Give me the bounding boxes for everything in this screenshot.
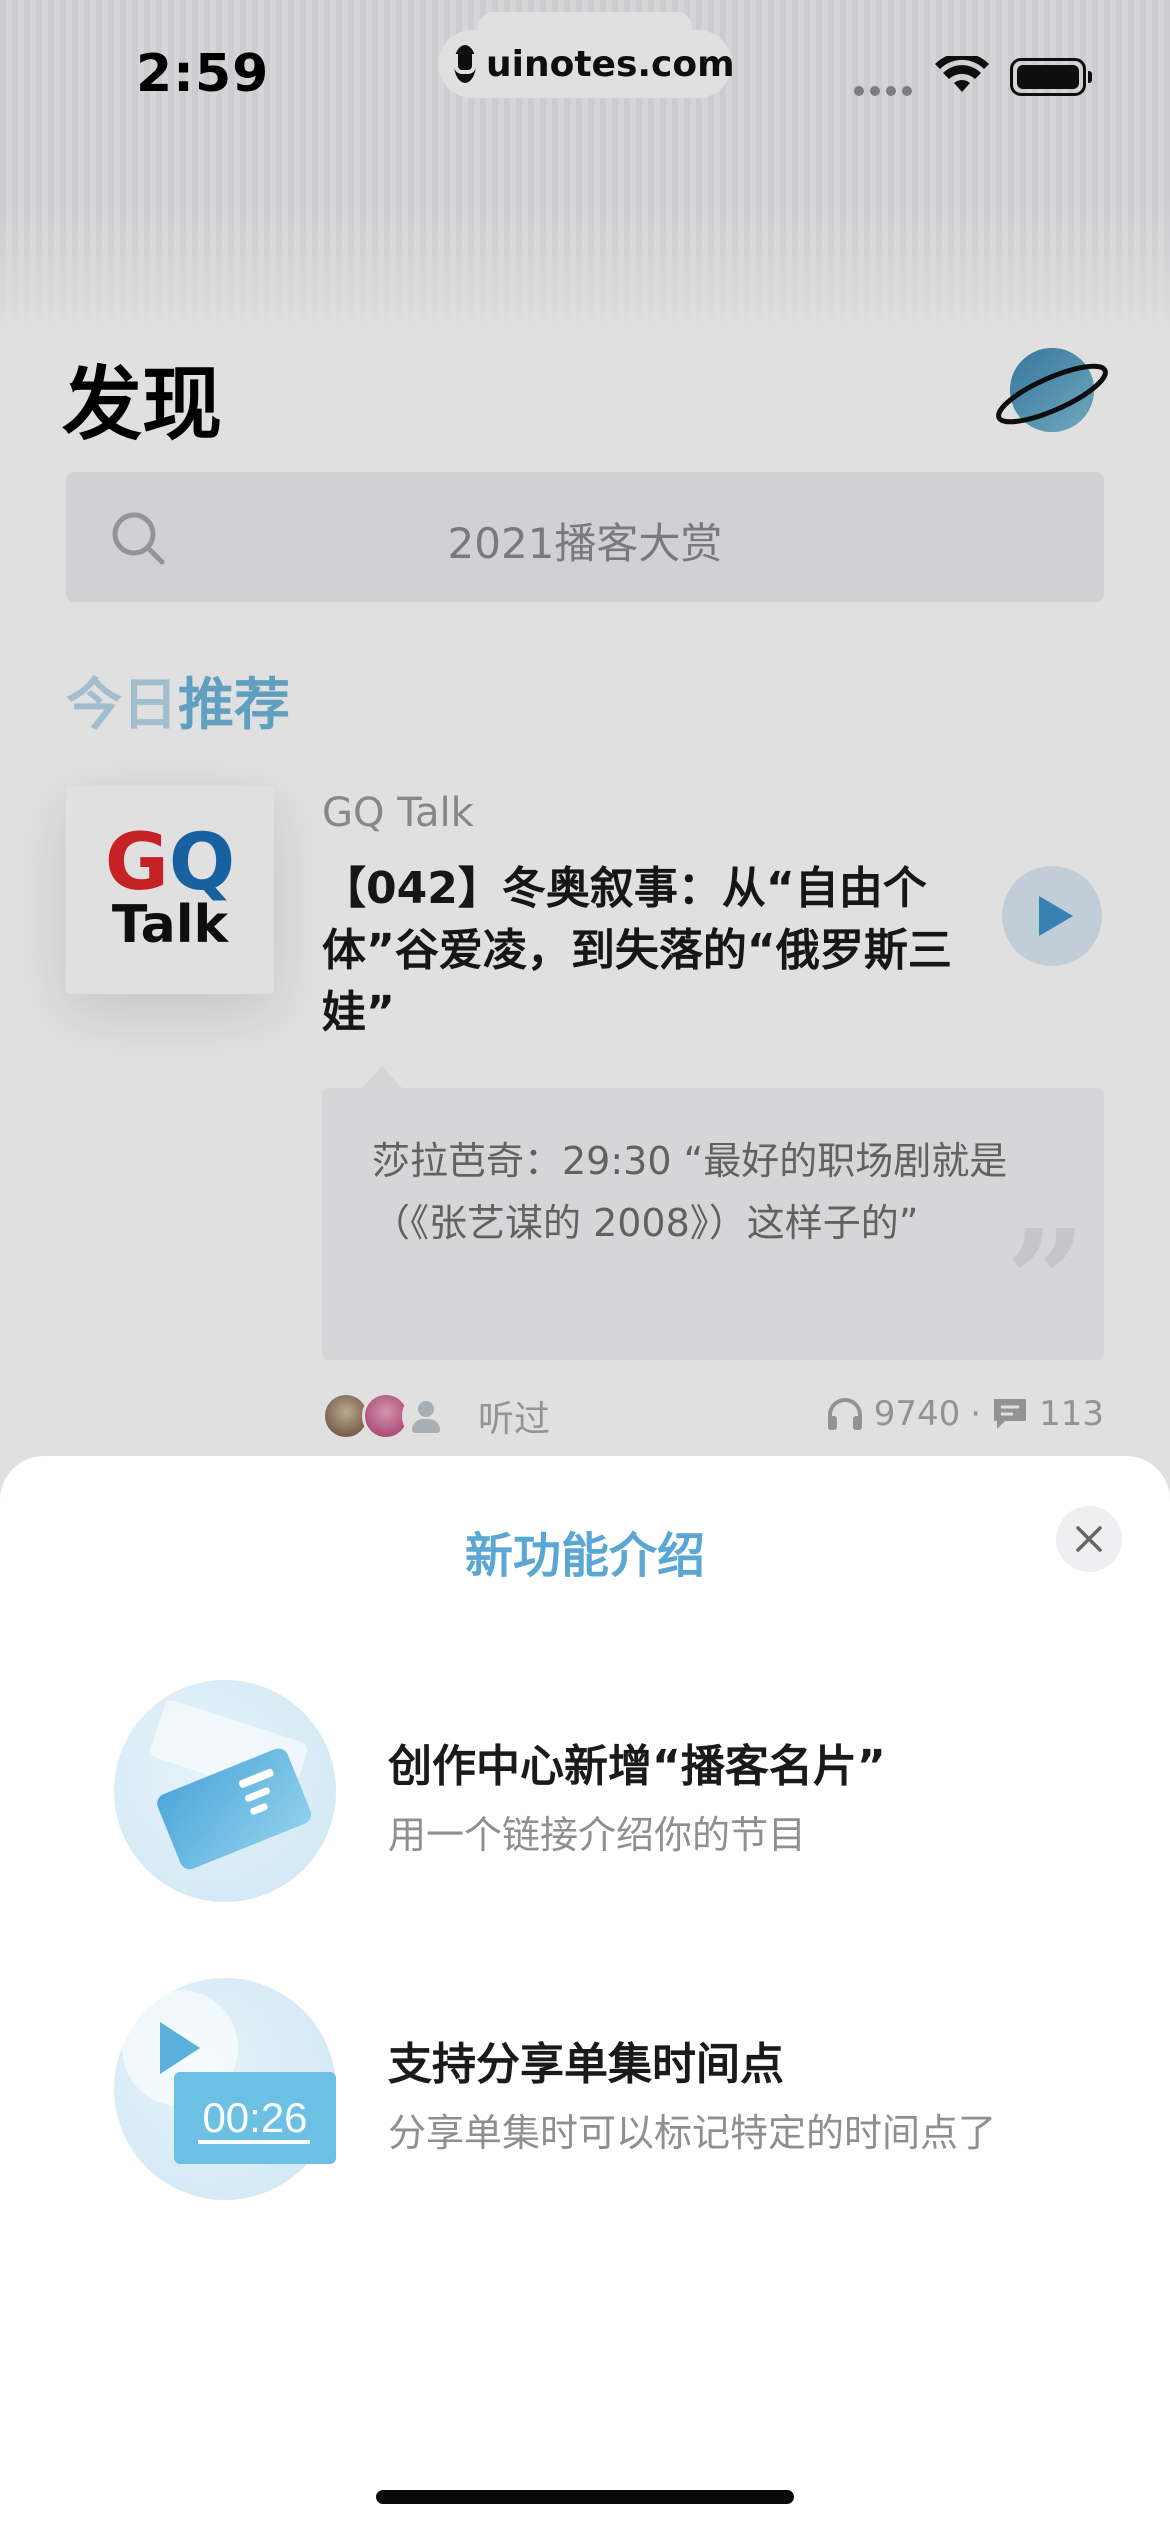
feature-description: 分享单集时可以标记特定的时间点了 <box>388 2111 997 2155</box>
podcast-card-illustration <box>114 1680 336 1902</box>
close-icon <box>1076 1526 1102 1552</box>
timestamp-play-icon: 00:26 <box>122 1990 336 2164</box>
feature-title: 支持分享单集时间点 <box>388 2039 784 2090</box>
feature-description: 用一个链接介绍你的节目 <box>388 1813 807 1857</box>
sheet-title: 新功能介绍 <box>464 1528 705 1584</box>
feature-item-timestamp-share: 00:26 支持分享单集时间点 分享单集时可以标记特定的时间点了 <box>114 1978 1114 2202</box>
feature-item-podcast-card: 创作中心新增“播客名片” 用一个链接介绍你的节目 <box>114 1680 1114 1904</box>
business-card-icon <box>150 1700 311 1870</box>
home-indicator[interactable] <box>376 2490 794 2504</box>
timestamp-illustration: 00:26 <box>114 1978 336 2200</box>
feature-title: 创作中心新增“播客名片” <box>388 1741 886 1792</box>
close-button[interactable] <box>1056 1506 1122 1572</box>
timestamp-label: 00:26 <box>202 2094 307 2141</box>
new-features-sheet: 新功能介绍 创作中心新增“播客名片” 用一个链接介绍你的节目 00:26 支持分… <box>0 1456 1170 2532</box>
